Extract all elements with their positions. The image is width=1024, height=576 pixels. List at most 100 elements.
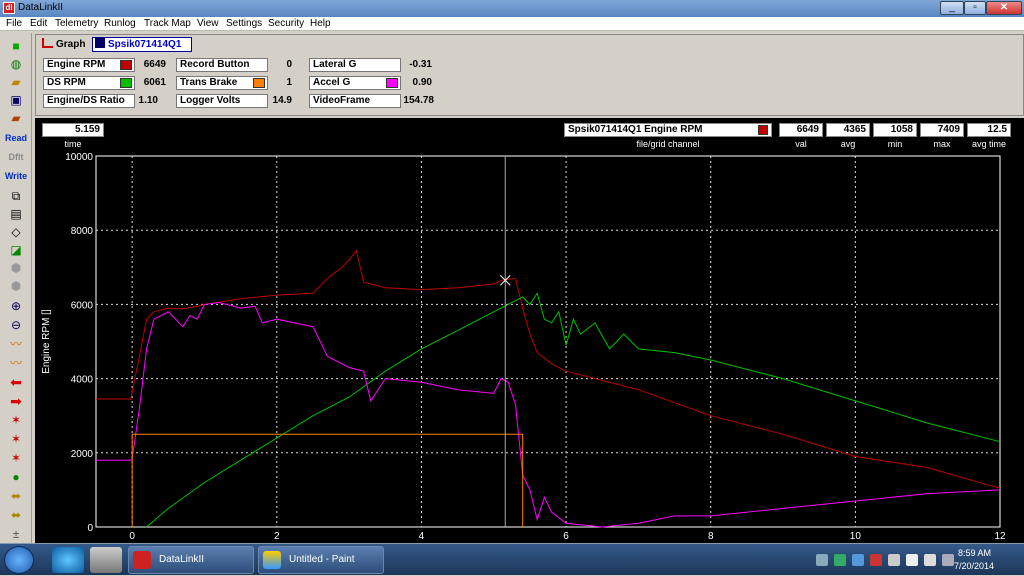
print-icon[interactable]: ▤ [4,206,28,223]
floppy-icon [95,38,105,48]
volume-icon[interactable] [924,554,936,566]
x-tick-label: 4 [419,531,425,542]
channel-trans-brake[interactable]: Trans Brake [176,76,268,90]
ds-rpm-swatch [120,78,132,88]
taskbar-datalink[interactable]: DataLinkII [128,546,254,574]
y-axis-label: Engine RPM [] [41,309,52,374]
maximize-button[interactable]: ▫ [964,1,986,15]
save-icon[interactable]: ▣ [4,92,28,109]
open-folder-icon[interactable]: ▰ [4,74,28,91]
tab-file[interactable]: Spsik071414Q1 [92,37,192,52]
globe-icon[interactable]: ◍ [4,56,28,73]
green-circle-icon[interactable]: ● [4,469,28,486]
zoom-out-icon[interactable]: ⊖ [4,317,28,334]
x-tick-label: 2 [274,531,280,542]
runner-icon[interactable]: ✶ [4,412,28,429]
runner-icon-2[interactable]: ✶ [4,431,28,448]
power-icon[interactable] [942,554,954,566]
trans-brake-swatch [253,78,265,88]
channel-engine-rpm[interactable]: Engine RPM [43,58,135,72]
graph-icon [42,38,53,48]
series-line-3 [131,433,524,527]
app-icon: dl [3,2,15,14]
plot-frame [95,155,1001,528]
y-tick-label: 4000 [71,375,94,386]
arrow-left-icon[interactable]: ⬅ [4,374,28,391]
menu-security[interactable]: Security [268,18,304,29]
menu-runlog[interactable]: Runlog [104,18,136,29]
channel-add-icon[interactable]: ± [4,526,28,543]
wave-right-icon[interactable]: 〰 [4,355,28,372]
channel-panel: Graph Spsik071414Q1 Engine RPM 6649 Reco… [35,34,1024,116]
start-button[interactable] [4,546,34,574]
default-button[interactable]: Dflt [4,149,28,166]
tray-arrow-icon[interactable] [816,554,828,566]
read-button[interactable]: Read [4,130,28,147]
y-tick-label: 2000 [71,449,94,460]
wave-left-icon[interactable]: 〰 [4,336,28,353]
menu-track-map[interactable]: Track Map [144,18,191,29]
new-icon[interactable]: ■ [4,38,28,55]
arrow-right-icon[interactable]: ➡ [4,393,28,410]
chart-add-icon[interactable]: ◪ [4,242,28,259]
graph-area[interactable]: 5.159 time Spsik071414Q1 Engine RPM file… [35,118,1024,543]
folder-export-icon[interactable]: ▰ [4,110,28,127]
close-button[interactable]: ✕ [986,1,1022,15]
menu-view[interactable]: View [197,18,219,29]
copy-icon[interactable]: ⧉ [4,188,28,205]
channel-logger-volts[interactable]: Logger Volts [176,94,268,108]
menu-settings[interactable]: Settings [226,18,262,29]
channel-engine-ds-ratio[interactable]: Engine/DS Ratio [43,94,135,108]
channel-record-button[interactable]: Record Button [176,58,268,72]
menu-edit[interactable]: Edit [30,18,47,29]
expand-icon[interactable]: ⬌ [4,488,28,505]
channel-videoframe[interactable]: VideoFrame [309,94,401,108]
paint-task-icon [263,551,281,569]
network-icon[interactable] [906,554,918,566]
engine-ds-ratio-value: 1.10 [138,95,158,106]
x-tick-label: 10 [850,531,862,542]
datalink-task-icon [133,551,151,569]
channel-ds-rpm[interactable]: DS RPM [43,76,135,90]
channel-accel-g[interactable]: Accel G [309,76,401,90]
y-tick-label: 0 [87,523,93,534]
eraser-icon[interactable]: ◇ [4,224,28,241]
side-toolbar: ■ ◍ ▰ ▣ ▰ Read Dflt Write ⧉ ▤ ◇ ◪ ⬢ ⬢ ⊕ … [0,33,32,543]
taskbar: DataLinkII Untitled - Paint 8:59 AM 7/20… [0,543,1024,575]
menu-telemetry[interactable]: Telemetry [55,18,98,29]
ds-rpm-value: 6061 [143,77,166,88]
x-tick-label: 0 [129,531,135,542]
compress-icon[interactable]: ⬌ [4,507,28,524]
y-tick-label: 10000 [65,152,93,163]
runner-icon-3[interactable]: ✶ [4,450,28,467]
tab-file-label: Spsik071414Q1 [108,39,182,50]
menu-bar: File Edit Telemetry Runlog Track Map Vie… [0,17,1024,31]
clock-date[interactable]: 7/20/2014 [954,561,994,571]
channel-lateral-g[interactable]: Lateral G [309,58,401,72]
engine-rpm-swatch [120,60,132,70]
tray-app-icon[interactable] [834,554,846,566]
tab-graph[interactable]: Graph [42,38,90,52]
taskbar-paint[interactable]: Untitled - Paint [258,546,384,574]
accel-g-swatch [386,78,398,88]
clock-time[interactable]: 8:59 AM [958,548,991,558]
write-button[interactable]: Write [4,168,28,185]
hex-disabled-icon-2: ⬢ [10,279,22,293]
explorer-icon[interactable] [90,547,122,573]
tray-app-icon-2[interactable] [852,554,864,566]
ie-icon[interactable] [52,547,84,573]
menu-help[interactable]: Help [310,18,331,29]
lateral-g-value: -0.31 [409,59,432,70]
series-line-1 [146,292,1001,528]
tray-app-icon-3[interactable] [870,554,882,566]
tray-app-icon-4[interactable] [888,554,900,566]
rpm-chart[interactable]: 0 2 4 6 8 10 12 0 2000 4000 6000 8000 10000 Engine RP… [35,118,1024,543]
engine-rpm-value: 6649 [143,59,166,70]
system-tray [812,544,1024,576]
x-tick-label: 6 [563,531,569,542]
menu-file[interactable]: File [6,18,22,29]
minimize-button[interactable]: _ [940,1,964,15]
zoom-in-icon[interactable]: ⊕ [4,298,28,315]
y-tick-label: 6000 [71,300,94,311]
title-bar: dl DataLinkII _ ▫ ✕ [0,0,1024,17]
